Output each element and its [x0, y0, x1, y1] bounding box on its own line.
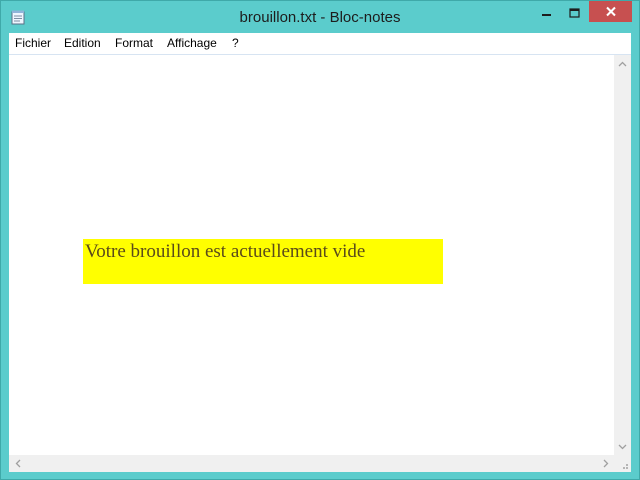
scroll-down-button[interactable]: [614, 438, 631, 455]
resize-grip-icon: [623, 464, 628, 469]
minimize-icon: [542, 14, 551, 16]
menu-help[interactable]: ?: [230, 36, 241, 50]
scroll-up-button[interactable]: [614, 55, 631, 72]
vertical-scrollbar[interactable]: [614, 55, 631, 455]
close-icon: [605, 6, 616, 17]
draft-status-banner: Votre brouillon est actuellement vide: [83, 239, 443, 284]
maximize-icon: [569, 8, 580, 18]
size-grip[interactable]: [614, 455, 631, 472]
minimize-button[interactable]: [531, 1, 563, 23]
horizontal-scrollbar[interactable]: [9, 455, 614, 472]
menu-fichier[interactable]: Fichier: [13, 36, 53, 50]
title-bar[interactable]: brouillon.txt - Bloc-notes: [1, 1, 639, 33]
scroll-right-button[interactable]: [597, 455, 614, 472]
chevron-down-icon: [618, 444, 627, 449]
menu-affichage[interactable]: Affichage: [165, 36, 219, 50]
chevron-left-icon: [15, 459, 20, 468]
text-editor[interactable]: Votre brouillon est actuellement vide: [9, 55, 614, 455]
maximize-button[interactable]: [561, 1, 589, 23]
menu-format[interactable]: Format: [113, 36, 155, 50]
menu-edition[interactable]: Edition: [62, 36, 103, 50]
draft-status-text: Votre brouillon est actuellement vide: [85, 241, 366, 262]
notepad-window: brouillon.txt - Bloc-notes Fichier Editi…: [0, 0, 640, 480]
document-area: Votre brouillon est actuellement vide: [9, 55, 631, 472]
chevron-right-icon: [603, 459, 608, 468]
menu-bar: Fichier Edition Format Affichage ?: [9, 33, 631, 55]
close-button[interactable]: [589, 1, 632, 22]
scroll-left-button[interactable]: [9, 455, 26, 472]
chevron-up-icon: [618, 61, 627, 66]
